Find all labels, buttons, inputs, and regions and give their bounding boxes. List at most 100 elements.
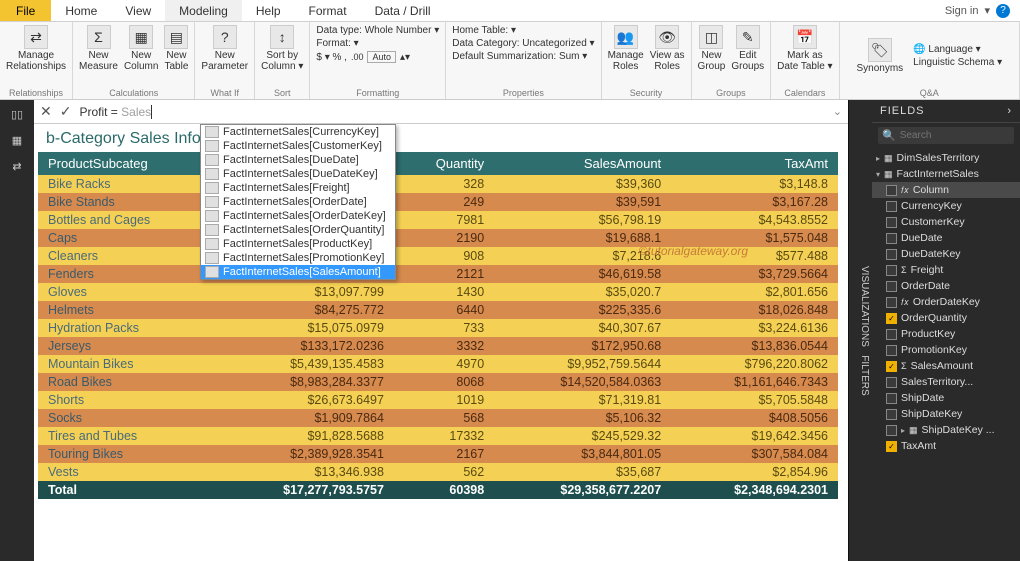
field-item[interactable]: PromotionKey — [872, 342, 1020, 358]
field-checkbox[interactable] — [886, 297, 897, 308]
field-checkbox[interactable] — [886, 329, 897, 340]
intellisense-item[interactable]: FactInternetSales[OrderDateKey] — [201, 209, 395, 223]
intellisense-item[interactable]: FactInternetSales[DueDate] — [201, 153, 395, 167]
formula-cancel-icon[interactable]: ✕ — [40, 103, 52, 120]
tab-modeling[interactable]: Modeling — [165, 0, 242, 21]
manage-relationships-button[interactable]: ⇄Manage Relationships — [6, 25, 66, 72]
field-checkbox[interactable] — [886, 425, 897, 436]
field-item[interactable]: ShipDate — [872, 390, 1020, 406]
table-cell: $39,360 — [494, 175, 671, 193]
report-view-icon[interactable]: ▯▯ — [7, 106, 27, 122]
field-item[interactable]: OrderDate — [872, 278, 1020, 294]
language-selector[interactable]: 🌐 Language ▾ — [913, 44, 1002, 55]
column-header[interactable]: SalesAmount — [494, 152, 671, 175]
currency-format-button[interactable]: $ ▾ % , — [316, 52, 347, 63]
sign-in-link[interactable]: Sign in▾ ? — [935, 0, 1020, 21]
field-item[interactable]: ▸▦ShipDateKey ... — [872, 422, 1020, 438]
field-item[interactable]: 𝑓𝑥Column — [872, 182, 1020, 198]
tab-help[interactable]: Help — [242, 0, 295, 21]
new-group-button[interactable]: ◫New Group — [698, 25, 726, 72]
tab-format[interactable]: Format — [295, 0, 361, 21]
field-checkbox[interactable] — [886, 233, 897, 244]
field-checkbox[interactable] — [886, 281, 897, 292]
column-header[interactable]: ProductSubcateg — [38, 152, 217, 175]
field-checkbox[interactable] — [886, 345, 897, 356]
visualizations-pane-tab[interactable]: VISUALIZATIONS FILTERS — [848, 100, 872, 561]
intellisense-item[interactable]: FactInternetSales[CurrencyKey] — [201, 125, 395, 139]
tab-datadrill[interactable]: Data / Drill — [361, 0, 445, 21]
home-table-selector[interactable]: Home Table: ▾ — [452, 25, 594, 36]
intellisense-item[interactable]: FactInternetSales[Freight] — [201, 181, 395, 195]
field-item[interactable]: DueDate — [872, 230, 1020, 246]
field-item[interactable]: ✓OrderQuantity — [872, 310, 1020, 326]
intellisense-item[interactable]: FactInternetSales[DueDateKey] — [201, 167, 395, 181]
fields-search[interactable]: 🔍 — [878, 127, 1014, 144]
tab-home[interactable]: Home — [51, 0, 111, 21]
field-item[interactable]: CurrencyKey — [872, 198, 1020, 214]
new-parameter-button[interactable]: ?New Parameter — [201, 25, 248, 72]
data-category-selector[interactable]: Data Category: Uncategorized ▾ — [452, 38, 594, 49]
model-view-icon[interactable]: ⇄ — [7, 158, 27, 174]
intellisense-item[interactable]: FactInternetSales[PromotionKey] — [201, 251, 395, 265]
format-selector[interactable]: Format: ▾ — [316, 38, 439, 49]
field-checkbox[interactable] — [886, 393, 897, 404]
help-icon[interactable]: ? — [996, 4, 1010, 18]
intellisense-item[interactable]: FactInternetSales[ProductKey] — [201, 237, 395, 251]
mark-as-date-table-button[interactable]: 📅Mark as Date Table ▾ — [777, 25, 832, 72]
column-header[interactable]: TaxAmt — [671, 152, 838, 175]
field-checkbox[interactable] — [886, 249, 897, 260]
field-checkbox[interactable] — [886, 201, 897, 212]
synonyms-button[interactable]: 🏷Synonyms — [856, 38, 903, 74]
field-checkbox[interactable] — [886, 217, 897, 228]
field-item[interactable]: ✓TaxAmt — [872, 438, 1020, 454]
field-item[interactable]: CustomerKey — [872, 214, 1020, 230]
field-item[interactable]: ✓ΣSalesAmount — [872, 358, 1020, 374]
column-header[interactable]: Quantity — [394, 152, 494, 175]
new-column-button[interactable]: ▦New Column — [124, 25, 158, 72]
tab-view[interactable]: View — [111, 0, 165, 21]
manage-roles-button[interactable]: 👥Manage Roles — [608, 25, 644, 72]
intellisense-item[interactable]: FactInternetSales[CustomerKey] — [201, 139, 395, 153]
field-item[interactable]: ProductKey — [872, 326, 1020, 342]
new-measure-button[interactable]: ΣNew Measure — [79, 25, 118, 72]
field-checkbox[interactable] — [886, 185, 897, 196]
field-item[interactable]: ShipDateKey — [872, 406, 1020, 422]
table-row: Fenders2121$46,619.58$3,729.5664 — [38, 265, 838, 283]
field-checkbox[interactable] — [886, 409, 897, 420]
formula-input[interactable]: Profit = Sales — [79, 105, 824, 119]
data-view-icon[interactable]: ▦ — [7, 132, 27, 148]
intellisense-dropdown[interactable]: FactInternetSales[CurrencyKey]FactIntern… — [200, 124, 396, 280]
field-item[interactable]: 𝑓𝑥OrderDateKey — [872, 294, 1020, 310]
table-cell: 249 — [394, 193, 494, 211]
intellisense-item[interactable]: FactInternetSales[OrderDate] — [201, 195, 395, 209]
table-row: Hydration Packs$15,075.0979733$40,307.67… — [38, 319, 838, 337]
tab-file[interactable]: File — [0, 0, 51, 21]
fields-expand-icon[interactable]: › — [1007, 105, 1012, 117]
linguistic-schema-selector[interactable]: Linguistic Schema ▾ — [913, 57, 1002, 68]
field-item[interactable]: SalesTerritory... — [872, 374, 1020, 390]
fields-search-input[interactable] — [900, 130, 1010, 141]
table-cell: $18,026.848 — [671, 301, 838, 319]
datatype-selector[interactable]: Data type: Whole Number ▾ — [316, 25, 439, 36]
formula-commit-icon[interactable]: ✓ — [60, 103, 72, 120]
view-as-roles-button[interactable]: 👁View as Roles — [650, 25, 685, 72]
field-table[interactable]: ▾ ▦ FactInternetSales — [872, 166, 1020, 182]
field-checkbox[interactable]: ✓ — [886, 441, 897, 452]
field-checkbox[interactable]: ✓ — [886, 313, 897, 324]
field-checkbox[interactable] — [886, 265, 897, 276]
field-checkbox[interactable] — [886, 377, 897, 388]
edit-groups-button[interactable]: ✎Edit Groups — [731, 25, 764, 72]
sort-by-column-button[interactable]: ↕Sort by Column ▾ — [261, 25, 303, 72]
formula-expand-icon[interactable]: ⌄ — [833, 105, 842, 118]
intellisense-item[interactable]: FactInternetSales[OrderQuantity] — [201, 223, 395, 237]
decimal-places-input[interactable]: Auto — [367, 51, 396, 63]
default-summarization-selector[interactable]: Default Summarization: Sum ▾ — [452, 51, 594, 62]
field-table[interactable]: ▸ ▦ DimSalesTerritory — [872, 150, 1020, 166]
field-checkbox[interactable]: ✓ — [886, 361, 897, 372]
table-cell: 8068 — [394, 373, 494, 391]
field-item[interactable]: ΣFreight — [872, 262, 1020, 278]
new-table-button[interactable]: ▤New Table — [164, 25, 188, 72]
field-item[interactable]: DueDateKey — [872, 246, 1020, 262]
table-cell: 562 — [394, 463, 494, 481]
intellisense-item[interactable]: FactInternetSales[SalesAmount] — [201, 265, 395, 279]
